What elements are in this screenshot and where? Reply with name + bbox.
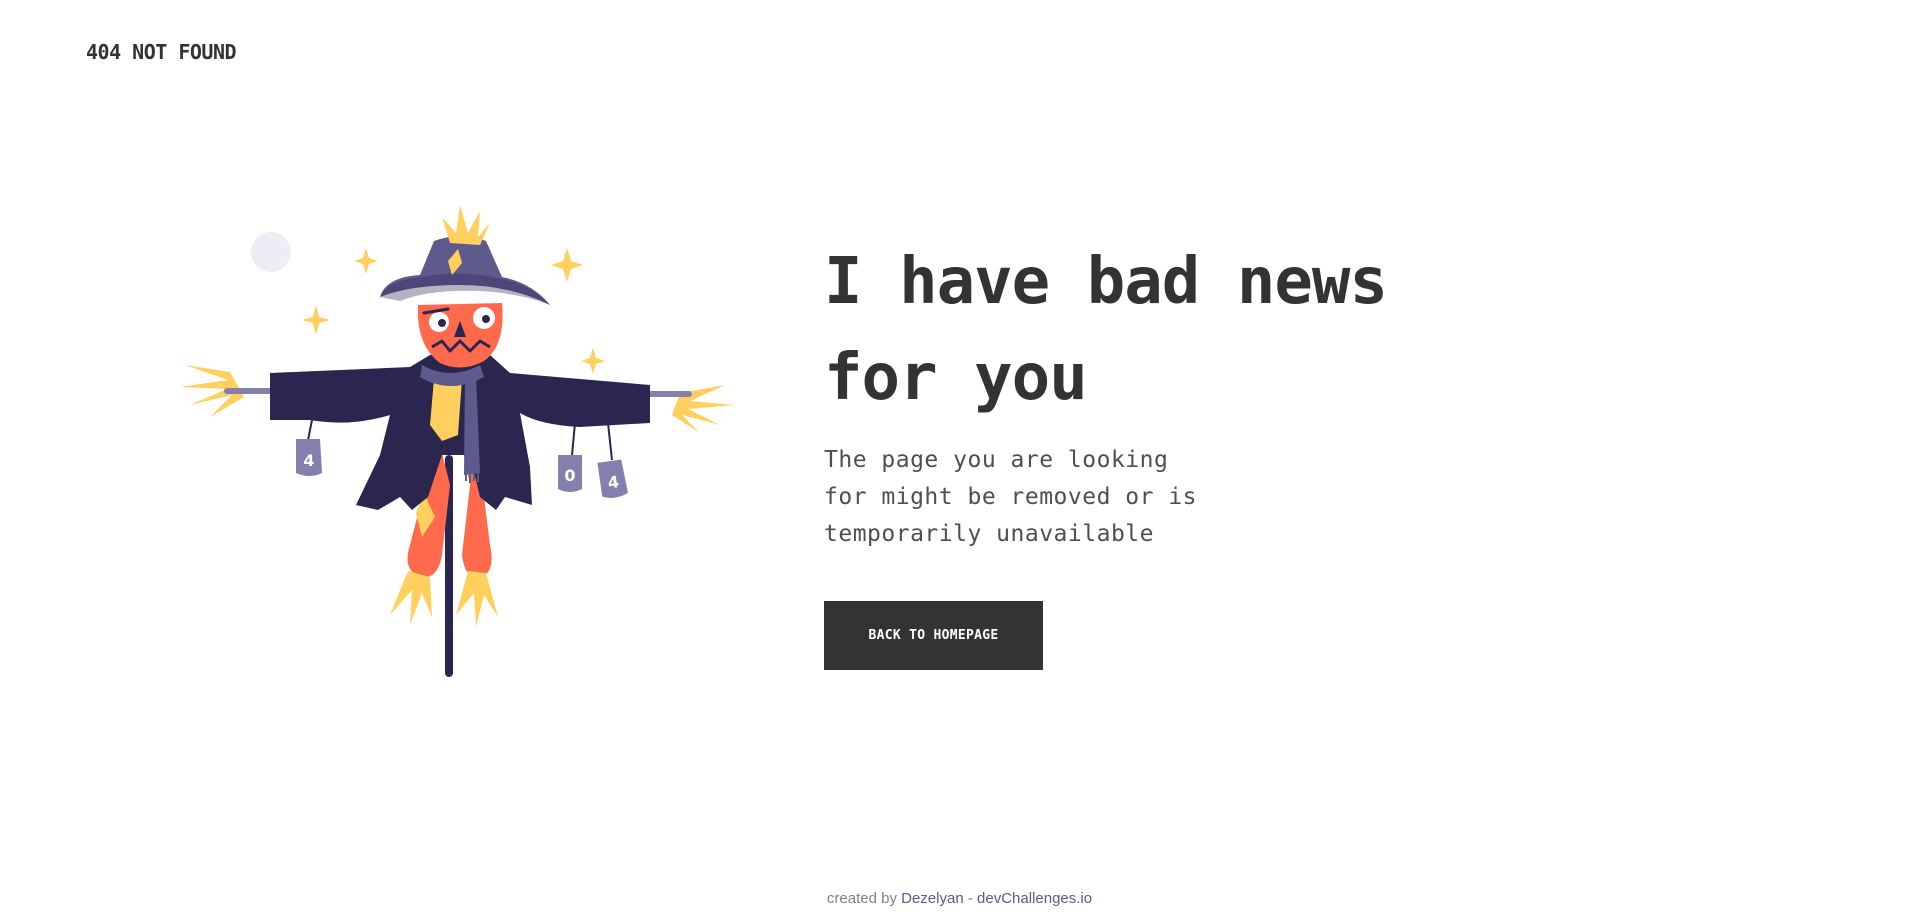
page-title-line: for you: [824, 341, 1088, 415]
error-description-line: for might be removed or is: [824, 484, 1198, 510]
can-icon: 0: [558, 455, 582, 492]
error-description: The page you are looking for might be re…: [824, 442, 1464, 553]
back-to-homepage-button[interactable]: BACK TO HOMEPAGE: [824, 601, 1043, 670]
can-label: 4: [303, 451, 314, 470]
sparkle-icon: [551, 248, 583, 282]
sparkle-icon: [581, 348, 605, 374]
error-description-line: The page you are looking: [824, 447, 1169, 473]
footer: created by Dezelyan - devChallenges.io: [0, 890, 1919, 907]
scarecrow-illustration: 4 0 4: [180, 205, 740, 680]
page-title-line: I have bad news: [824, 245, 1388, 319]
footer-prefix: created by: [826, 890, 897, 907]
brand-logo[interactable]: 404 NOT FOUND: [86, 40, 237, 64]
sparkle-icon: [354, 248, 378, 274]
page-title: I have bad news for you: [824, 234, 1464, 426]
error-description-line: temporarily unavailable: [824, 521, 1154, 547]
author-link[interactable]: Dezelyan: [901, 890, 964, 907]
moon-icon: [251, 232, 291, 272]
can-icon: 4: [296, 439, 322, 476]
error-content: I have bad news for you The page you are…: [824, 234, 1464, 553]
sparkle-icon: [302, 305, 330, 335]
can-label: 0: [564, 466, 575, 485]
footer-separator: -: [967, 890, 973, 907]
can-icon: 4: [597, 459, 628, 499]
devchallenges-link[interactable]: devChallenges.io: [977, 890, 1092, 907]
